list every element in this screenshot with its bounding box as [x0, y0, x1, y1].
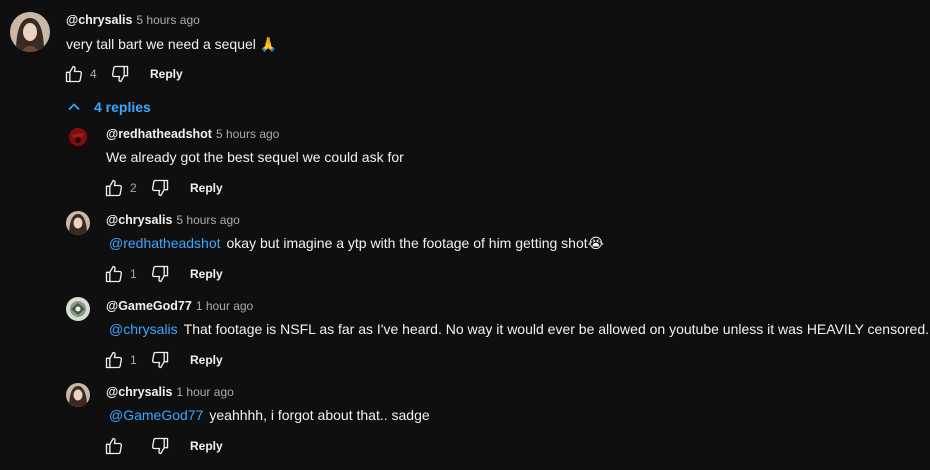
author-name[interactable]: @GameGod77: [106, 299, 192, 313]
author-name[interactable]: @chrysalis: [106, 213, 172, 227]
timestamp[interactable]: 5 hours ago: [136, 13, 199, 27]
comment-header: @chrysalis 5 hours ago: [66, 12, 200, 28]
reply-body: yeahhhh, i forgot about that.. sadge: [209, 407, 430, 423]
dislike-button[interactable]: [148, 348, 172, 372]
reply-header: @GameGod77 1 hour ago: [106, 298, 253, 314]
reply-body: That footage is NSFL as far as I've hear…: [183, 321, 930, 337]
emoji: 😭: [587, 236, 604, 252]
reply-actions: 2 Reply: [102, 176, 223, 200]
reply-button[interactable]: Reply: [190, 267, 223, 281]
reply-button[interactable]: Reply: [190, 439, 223, 453]
thumbs-up-icon: [105, 179, 123, 197]
author-name[interactable]: @redhatheadshot: [106, 127, 212, 141]
avatar[interactable]: [10, 12, 50, 52]
like-count: 2: [130, 181, 137, 195]
thumbs-up-icon: [65, 65, 83, 83]
thumbs-down-icon: [151, 265, 169, 283]
comment-text: very tall bart we need a sequel 🙏: [66, 34, 277, 55]
avatar[interactable]: [66, 125, 90, 149]
reply-text: @GameGod77 yeahhhh, i forgot about that..…: [109, 405, 430, 425]
reply-button[interactable]: Reply: [190, 353, 223, 367]
avatar[interactable]: [66, 297, 90, 321]
like-count: 4: [90, 67, 97, 81]
dislike-button[interactable]: [148, 434, 172, 458]
reply-body: We already got the best sequel we could …: [106, 149, 404, 165]
comment-actions: 4 Reply: [62, 62, 183, 86]
reply-header: @redhatheadshot 5 hours ago: [106, 126, 279, 142]
reply-text: @chrysalis That footage is NSFL as far as…: [109, 319, 929, 339]
like-button[interactable]: [102, 262, 126, 286]
replies-toggle-label: 4 replies: [94, 99, 151, 115]
reply-button[interactable]: Reply: [150, 67, 183, 81]
reply-header: @chrysalis 1 hour ago: [106, 384, 234, 400]
reply-text: We already got the best sequel we could …: [106, 147, 404, 167]
timestamp[interactable]: 5 hours ago: [176, 213, 239, 227]
chevron-up-icon: [68, 103, 80, 111]
like-button[interactable]: [102, 176, 126, 200]
thumbs-up-icon: [105, 437, 123, 455]
mention-link[interactable]: @redhatheadshot: [109, 235, 221, 251]
reply-actions: 1 Reply: [102, 262, 223, 286]
dislike-button[interactable]: [148, 176, 172, 200]
thumbs-down-icon: [151, 351, 169, 369]
like-button[interactable]: [102, 434, 126, 458]
timestamp[interactable]: 1 hour ago: [196, 299, 253, 313]
thumbs-down-icon: [151, 179, 169, 197]
reply-text: @redhatheadshot okay but imagine a ytp wi…: [109, 233, 604, 254]
mention-link[interactable]: @chrysalis: [109, 321, 178, 337]
dislike-button[interactable]: [108, 62, 132, 86]
reply-button[interactable]: Reply: [190, 181, 223, 195]
timestamp[interactable]: 1 hour ago: [176, 385, 233, 399]
author-name[interactable]: @chrysalis: [106, 385, 172, 399]
author-name[interactable]: @chrysalis: [66, 13, 132, 27]
avatar[interactable]: [66, 383, 90, 407]
dislike-button[interactable]: [148, 262, 172, 286]
thumbs-up-icon: [105, 265, 123, 283]
avatar[interactable]: [66, 211, 90, 235]
thumbs-up-icon: [105, 351, 123, 369]
like-count: 1: [130, 267, 137, 281]
like-button[interactable]: [62, 62, 86, 86]
reply-actions: 1 Reply: [102, 348, 223, 372]
replies-toggle-button[interactable]: 4 replies: [64, 96, 151, 118]
timestamp[interactable]: 5 hours ago: [216, 127, 279, 141]
thumbs-down-icon: [151, 437, 169, 455]
comment-body: very tall bart we need a sequel: [66, 36, 256, 52]
mention-link[interactable]: @GameGod77: [109, 407, 203, 423]
reply-actions: Reply: [102, 434, 223, 458]
like-count: 1: [130, 353, 137, 367]
reply-body: okay but imagine a ytp with the footage …: [226, 235, 588, 251]
reply-header: @chrysalis 5 hours ago: [106, 212, 240, 228]
thumbs-down-icon: [111, 65, 129, 83]
emoji: 🙏: [259, 37, 278, 53]
like-button[interactable]: [102, 348, 126, 372]
